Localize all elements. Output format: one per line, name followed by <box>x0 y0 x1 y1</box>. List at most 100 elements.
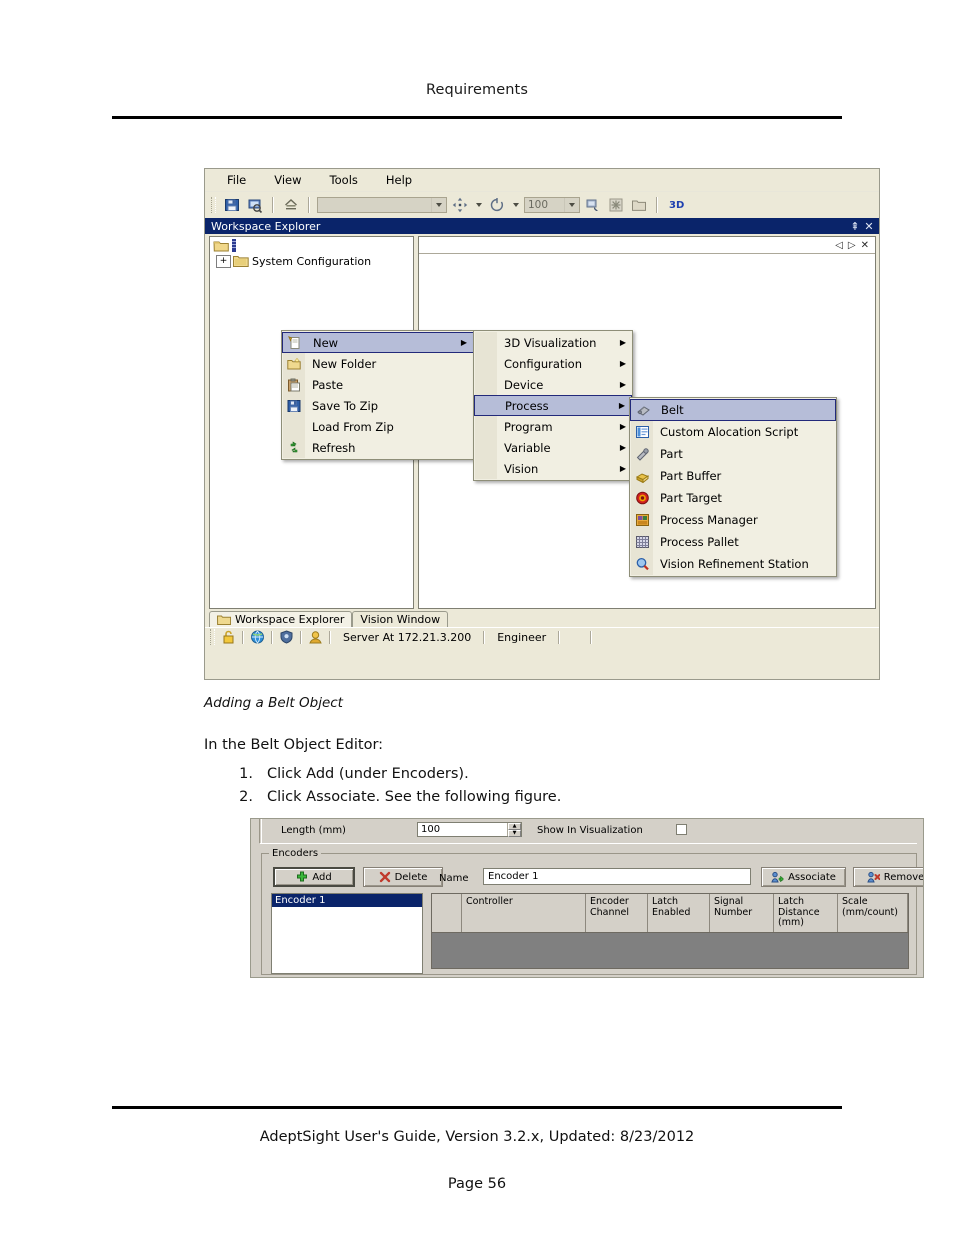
associate-button[interactable]: Associate <box>761 867 846 887</box>
remove-button[interactable]: Remove <box>853 867 923 887</box>
menu-item-label: Vision Refinement Station <box>660 557 809 571</box>
column-header-latch-enabled[interactable]: Latch Enabled <box>648 894 710 932</box>
menu-item-label: Process <box>505 398 549 413</box>
tab-workspace-explorer[interactable]: Workspace Explorer <box>209 611 353 627</box>
open-folder-button[interactable] <box>629 195 649 215</box>
chevron-left-icon[interactable]: ◁ <box>835 240 843 251</box>
list-item[interactable]: Encoder 1 <box>272 894 422 907</box>
spinner-down-icon[interactable]: ▼ <box>508 830 521 837</box>
menu-item-paste[interactable]: Paste <box>282 374 474 395</box>
tree-item-system-configuration[interactable]: + System Configuration <box>210 253 413 268</box>
column-header-scale[interactable]: Scale (mm/count) <box>838 894 908 932</box>
menu-item-label: Save To Zip <box>312 398 379 413</box>
user-icon[interactable] <box>308 630 323 644</box>
column-header-latch-distance[interactable]: Latch Distance (mm) <box>774 894 838 932</box>
view-3d-button[interactable]: 3D <box>665 200 688 211</box>
context-menu: New ▶ New Folder Paste Save To Zip Load … <box>281 330 475 460</box>
submenu-item-3d-visualization[interactable]: 3D Visualization ▶ <box>474 332 632 353</box>
column-header-controller[interactable]: Controller <box>462 894 586 932</box>
menu-item-label: New <box>313 335 339 350</box>
menu-item-label: Variable <box>504 440 551 455</box>
menu-item-new[interactable]: New ▶ <box>282 332 474 353</box>
step-number: 2. <box>239 789 253 805</box>
delete-button[interactable]: Delete <box>363 867 443 887</box>
submenu-item-process[interactable]: Process ▶ <box>474 395 632 416</box>
shield-icon[interactable] <box>279 630 294 644</box>
submenu-item-device[interactable]: Device ▶ <box>474 374 632 395</box>
toolbar-separator <box>308 197 310 213</box>
spinner-up-icon[interactable]: ▲ <box>508 823 521 830</box>
submenu-item-part[interactable]: Part <box>630 443 836 465</box>
menu-help[interactable]: Help <box>382 171 416 189</box>
encoder-associations-grid[interactable]: Controller Encoder Channel Latch Enabled S… <box>431 893 909 969</box>
menu-item-refresh[interactable]: Refresh <box>282 437 474 458</box>
toolbar-separator <box>272 197 274 213</box>
submenu-arrow-icon: ▶ <box>619 359 627 368</box>
list-item: 1. Click Add (under Encoders). <box>225 766 825 782</box>
text-caret-icon <box>232 238 236 252</box>
tree-root-row[interactable] <box>210 237 413 253</box>
globe-icon[interactable] <box>250 630 265 644</box>
object-combo[interactable] <box>317 197 447 213</box>
submenu-item-process-manager[interactable]: Process Manager <box>630 509 836 531</box>
submenu-item-part-buffer[interactable]: Part Buffer <box>630 465 836 487</box>
lock-icon[interactable] <box>221 630 236 644</box>
add-button[interactable]: Add <box>273 867 355 887</box>
save-button[interactable] <box>222 195 242 215</box>
rotate-tool-icon <box>490 198 504 212</box>
column-header-encoder-channel[interactable]: Encoder Channel <box>586 894 648 932</box>
menu-item-load-from-zip[interactable]: Load From Zip <box>282 416 474 437</box>
tab-vision-window[interactable]: Vision Window <box>352 611 449 627</box>
pin-icon[interactable]: ⇞ <box>848 220 862 233</box>
submenu-item-variable[interactable]: Variable ▶ <box>474 437 632 458</box>
new-folder-icon <box>282 356 306 371</box>
menu-item-save-to-zip[interactable]: Save To Zip <box>282 395 474 416</box>
menu-view[interactable]: View <box>270 171 305 189</box>
submenu-item-process-pallet[interactable]: Process Pallet <box>630 531 836 553</box>
length-spinner[interactable]: ▲ ▼ <box>507 823 521 837</box>
calibrate-button[interactable] <box>583 195 603 215</box>
submenu-item-part-target[interactable]: Part Target <box>630 487 836 509</box>
close-icon[interactable]: ✕ <box>862 220 876 233</box>
folder-icon <box>217 615 231 625</box>
toolbar-grip[interactable] <box>211 197 216 213</box>
length-input[interactable]: 100 ▲ ▼ <box>417 822 522 837</box>
zoom-combo[interactable]: 100 <box>524 197 580 213</box>
submenu-item-custom-alocation-script[interactable]: Custom Alocation Script <box>630 421 836 443</box>
menu-item-new-folder[interactable]: New Folder <box>282 353 474 374</box>
steps-list: 1. Click Add (under Encoders). 2. Click … <box>225 766 825 812</box>
menu-item-label: Part <box>660 447 683 461</box>
submenu-item-vision-refinement-station[interactable]: Vision Refinement Station <box>630 553 836 575</box>
chevron-down-icon[interactable] <box>431 198 446 212</box>
menu-file[interactable]: File <box>223 171 250 189</box>
snowflake-button[interactable] <box>606 195 626 215</box>
print-preview-button[interactable] <box>245 195 265 215</box>
rotate-tool-dropdown[interactable] <box>510 196 521 214</box>
submenu-item-program[interactable]: Program ▶ <box>474 416 632 437</box>
move-tool-icon <box>452 197 468 213</box>
move-tool-dropdown[interactable] <box>473 196 484 214</box>
column-header-signal-number[interactable]: Signal Number <box>710 894 774 932</box>
submenu-item-vision[interactable]: Vision ▶ <box>474 458 632 479</box>
list-item: 2. Click Associate. See the following fi… <box>225 789 825 805</box>
workspace-folder-icon <box>213 241 229 252</box>
rotate-tool-button[interactable] <box>487 195 507 215</box>
tree-expander[interactable]: + <box>216 254 231 268</box>
show-in-visualization-checkbox[interactable] <box>676 824 687 835</box>
chevron-down-icon[interactable] <box>564 198 579 212</box>
chevron-right-icon[interactable]: ▷ <box>848 240 856 251</box>
menu-tools[interactable]: Tools <box>326 171 362 189</box>
add-button-label: Add <box>312 871 332 883</box>
submenu-item-belt[interactable]: Belt <box>630 399 836 421</box>
home-button[interactable] <box>281 195 301 215</box>
process-pallet-icon <box>630 535 654 549</box>
save-icon <box>225 199 239 211</box>
close-icon[interactable]: ✕ <box>861 240 869 251</box>
encoder-list[interactable]: Encoder 1 <box>271 893 423 974</box>
submenu-arrow-icon: ▶ <box>619 338 627 347</box>
remove-icon <box>867 871 880 883</box>
column-header-select[interactable] <box>432 894 462 932</box>
submenu-item-configuration[interactable]: Configuration ▶ <box>474 353 632 374</box>
name-input[interactable]: Encoder 1 <box>483 868 751 885</box>
move-tool-button[interactable] <box>450 195 470 215</box>
